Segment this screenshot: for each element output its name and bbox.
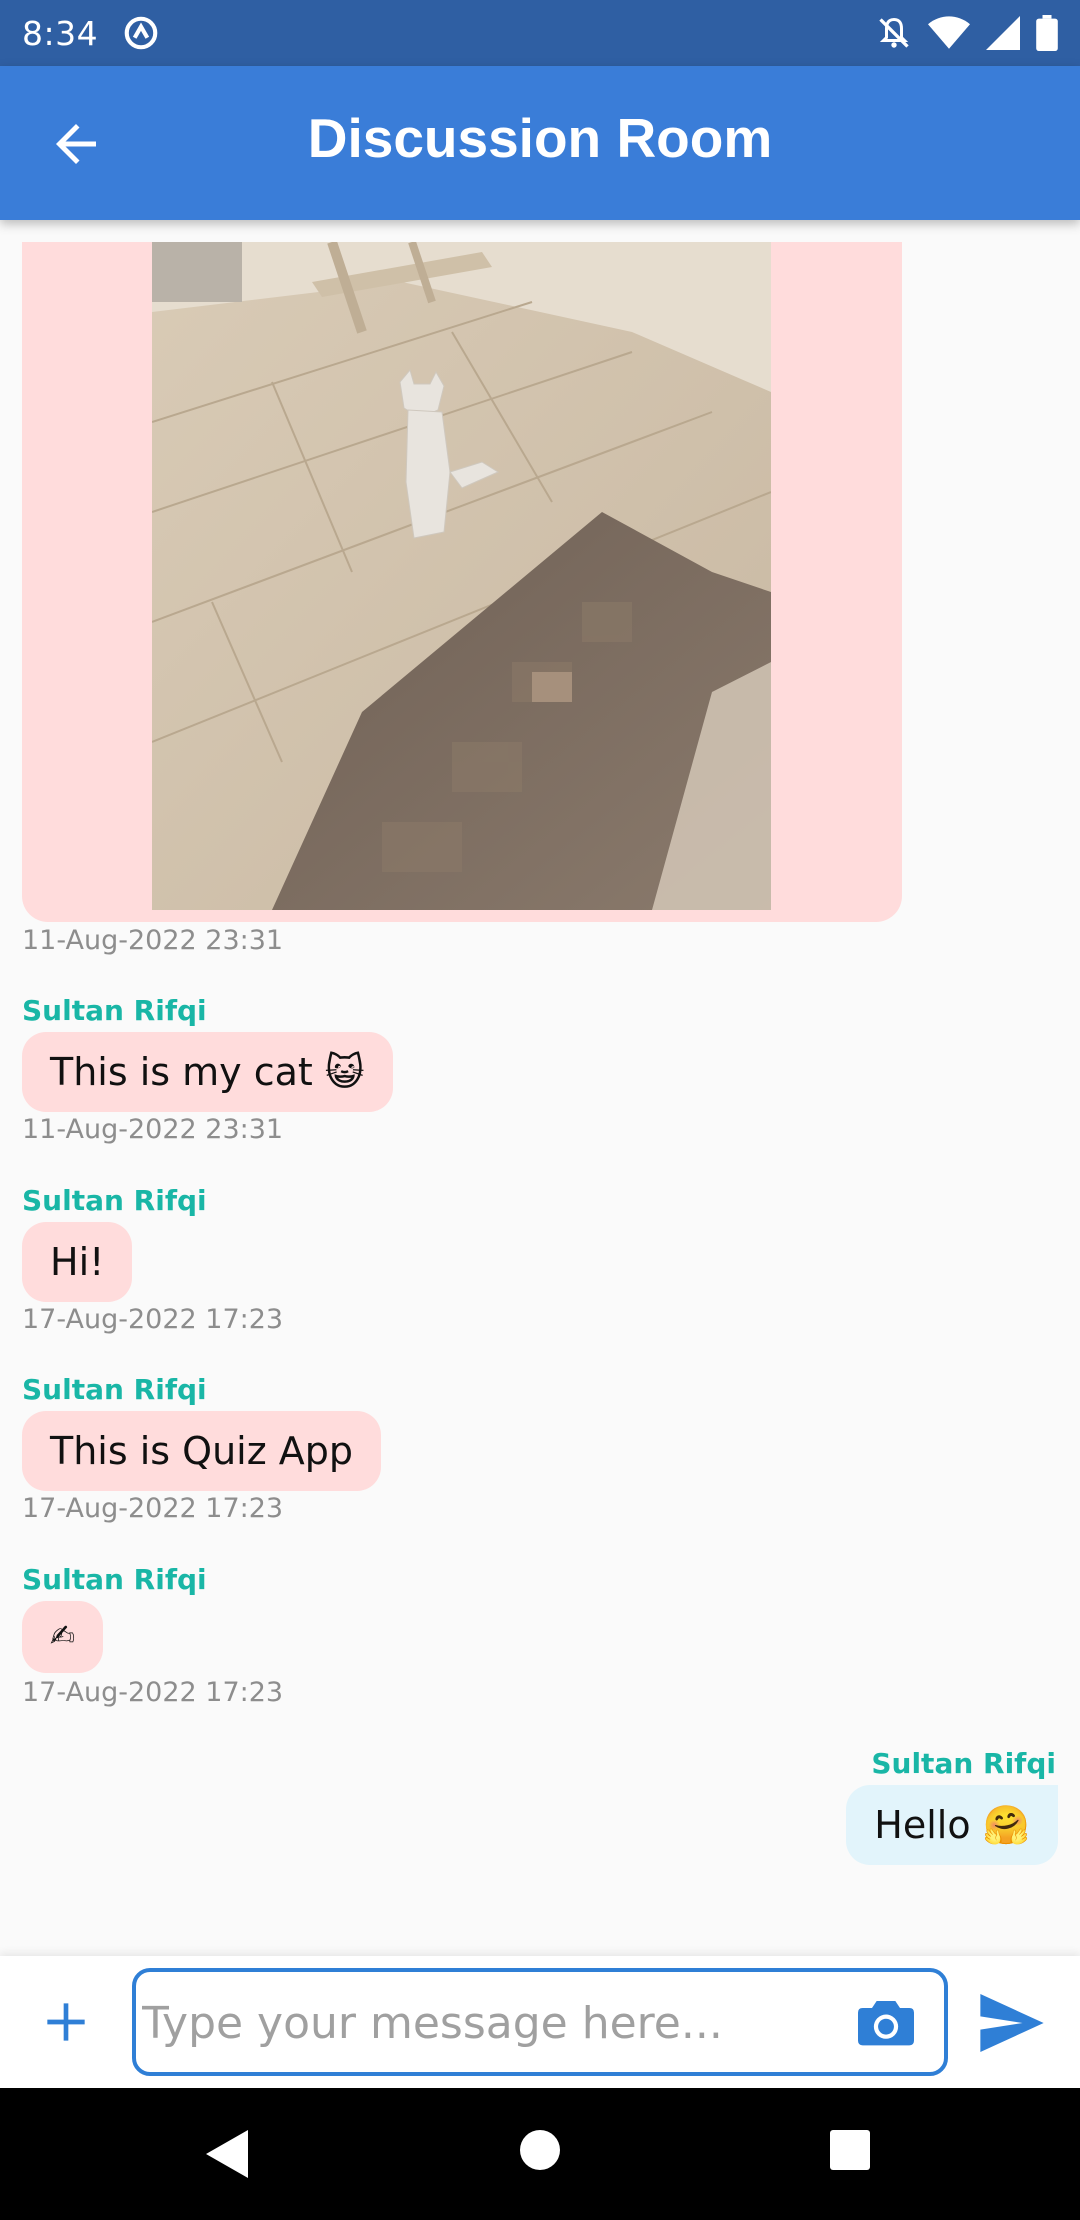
message-timestamp: 11-Aug-2022 23:31 [22, 925, 284, 956]
message-input[interactable] [140, 1976, 834, 2070]
own-message-bubble[interactable]: Hello 🤗 [846, 1785, 1058, 1865]
wifi-icon [928, 16, 970, 49]
recents-square-icon[interactable] [828, 2128, 872, 2172]
cat-photo-image [152, 242, 771, 910]
home-circle-icon[interactable] [518, 2128, 562, 2172]
message-bubble[interactable]: Hi! [22, 1222, 133, 1302]
message-timestamp: 17-Aug-2022 17:23 [22, 1493, 284, 1524]
sender-name: Sultan Rifqi [22, 994, 207, 1027]
message-timestamp: 11-Aug-2022 23:31 [22, 1114, 284, 1145]
sender-name: Sultan Rifqi [22, 1184, 207, 1217]
message-timestamp: 17-Aug-2022 17:23 [22, 1304, 284, 1335]
message-bubble[interactable]: ✍ [22, 1601, 104, 1673]
system-nav-bar [0, 2088, 1080, 2220]
sender-name: Sultan Rifqi [22, 1373, 207, 1406]
camera-icon[interactable] [858, 1996, 914, 2048]
signal-icon [986, 16, 1020, 50]
battery-icon [1036, 15, 1058, 51]
message-timestamp: 17-Aug-2022 17:23 [22, 1677, 284, 1708]
back-triangle-icon[interactable] [204, 2128, 250, 2180]
sender-name: Sultan Rifqi [22, 1563, 207, 1596]
message-input-box[interactable] [132, 1968, 948, 2076]
sender-name: Sultan Rifqi [871, 1747, 1056, 1780]
cat-photo[interactable] [152, 242, 771, 910]
add-icon[interactable] [38, 1994, 94, 2050]
status-time: 8:34 [22, 13, 99, 53]
page-title: Discussion Room [307, 107, 773, 169]
send-icon[interactable] [980, 1994, 1044, 2052]
message-bubble[interactable]: This is my cat 😺 [22, 1032, 393, 1112]
message-composer [0, 1956, 1080, 2088]
app-bar: Discussion Room [0, 66, 1080, 220]
status-bar: 8:34 [0, 0, 1080, 66]
notifications-off-icon [879, 17, 909, 48]
message-bubble[interactable]: This is Quiz App [22, 1411, 381, 1491]
sync-icon [124, 16, 158, 50]
